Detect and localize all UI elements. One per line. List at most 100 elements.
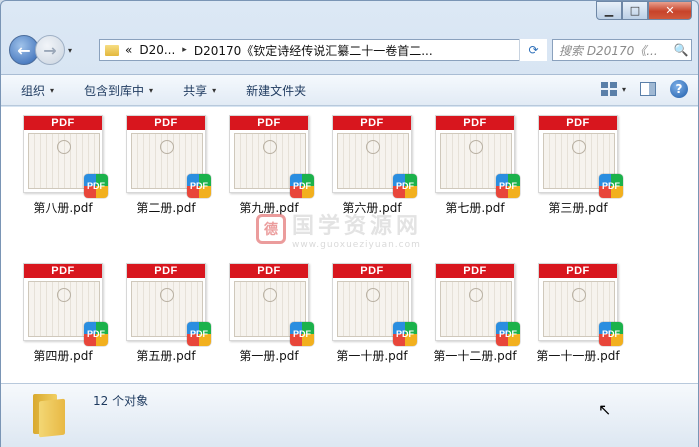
file-name: 第一十册.pdf [336,349,408,363]
pdf-band-label: PDF [333,116,411,130]
search-input[interactable]: 搜索 D20170《... 🔍 [552,39,692,61]
file-name: 第一册.pdf [239,349,299,363]
recent-pages-dropdown[interactable]: ▾ [68,46,72,55]
pdf-file-icon: PDF PDF [332,263,417,346]
search-placeholder: 搜索 D20170《... [559,43,658,58]
pdf-app-badge-icon: PDF [290,174,314,198]
file-name: 第五册.pdf [136,349,196,363]
organize-label: 组织 [21,83,46,98]
new-folder-button[interactable]: 新建文件夹 [246,82,306,99]
view-mode-icon[interactable] [600,82,617,96]
breadcrumb-segment-parent[interactable]: D20... [139,43,175,57]
file-item[interactable]: PDF PDF 第八册.pdf [13,115,113,216]
file-name: 第一十二册.pdf [433,349,517,363]
pdf-band-label: PDF [127,264,205,278]
pdf-app-badge-icon: PDF [496,322,520,346]
file-item[interactable]: PDF PDF 第六册.pdf [322,115,422,216]
pdf-band-label: PDF [127,116,205,130]
file-item[interactable]: PDF PDF 第九册.pdf [219,115,319,216]
forward-button[interactable]: → [35,35,65,65]
pdf-band-label: PDF [539,116,617,130]
organize-button[interactable]: 组织 ▾ [21,82,54,99]
pdf-file-icon: PDF PDF [229,115,314,198]
chevron-down-icon: ▾ [50,85,55,95]
search-icon[interactable]: 🔍 [671,43,691,57]
pdf-app-badge-icon: PDF [290,322,314,346]
pdf-app-badge-icon: PDF [393,174,417,198]
pdf-band-label: PDF [333,264,411,278]
pdf-app-badge-icon: PDF [84,322,108,346]
pdf-band-label: PDF [539,264,617,278]
pdf-app-badge-icon: PDF [393,322,417,346]
file-item[interactable]: PDF PDF 第四册.pdf [13,263,113,364]
pdf-file-icon: PDF PDF [435,263,520,346]
file-list: PDF PDF 第八册.pdf PDF PDF 第二册.pdf PDF PDF 第九册.pdf P… [1,107,698,383]
address-bar[interactable]: « D20... ▸ D20170《钦定诗经传说汇纂二十一卷首二... ▾ [99,39,547,61]
close-button[interactable]: ✕ [648,1,692,20]
pdf-file-icon: PDF PDF [538,263,623,346]
pdf-file-icon: PDF PDF [538,115,623,198]
file-name: 第三册.pdf [548,201,608,215]
breadcrumb-segment-current[interactable]: D20170《钦定诗经传说汇纂二十一卷首二... [194,42,532,59]
address-overflow-chevron[interactable]: « [125,43,132,57]
maximize-button[interactable]: □ [622,1,648,20]
pdf-file-icon: PDF PDF [23,115,108,198]
navigation-buttons: ← → ▾ [9,35,72,65]
pdf-app-badge-icon: PDF [599,174,623,198]
pdf-band-label: PDF [230,264,308,278]
file-name: 第一十一册.pdf [536,349,620,363]
new-folder-label: 新建文件夹 [246,83,307,98]
pdf-band-label: PDF [436,264,514,278]
minimize-button[interactable]: ▁ [596,1,622,20]
file-item[interactable]: PDF PDF 第五册.pdf [116,263,216,364]
pdf-band-label: PDF [24,116,102,130]
details-pane: 12 个对象 [1,383,698,447]
pdf-app-badge-icon: PDF [187,322,211,346]
chevron-down-icon: ▾ [149,85,154,95]
mouse-pointer-icon: ↖ [598,400,612,419]
pdf-app-badge-icon: PDF [599,322,623,346]
pdf-band-label: PDF [230,116,308,130]
pdf-app-badge-icon: PDF [187,174,211,198]
back-arrow-icon: ← [17,40,31,60]
item-count: 12 个对象 [93,394,149,408]
forward-arrow-icon: → [43,40,57,60]
command-bar: 组织 ▾ 包含到库中 ▾ 共享 ▾ 新建文件夹 ▾ ? [1,74,698,106]
preview-pane-icon[interactable] [640,82,656,96]
pdf-band-label: PDF [24,264,102,278]
file-item[interactable]: PDF PDF 第一十一册.pdf [528,263,628,364]
file-name: 第七册.pdf [445,201,505,215]
folder-icon [105,44,119,56]
share-button[interactable]: 共享 ▾ [183,82,216,99]
chevron-down-icon: ▾ [212,85,217,95]
help-icon[interactable]: ? [670,80,688,98]
pdf-app-badge-icon: PDF [496,174,520,198]
view-options-chevron-icon[interactable]: ▾ [622,85,626,94]
include-in-library-button[interactable]: 包含到库中 ▾ [84,82,153,99]
share-label: 共享 [183,83,208,98]
refresh-icon: ⟳ [528,43,539,57]
file-item[interactable]: PDF PDF 第一十二册.pdf [425,263,525,364]
file-name: 第二册.pdf [136,201,196,215]
pdf-file-icon: PDF PDF [126,115,211,198]
file-item[interactable]: PDF PDF 第一十册.pdf [322,263,422,364]
pdf-file-icon: PDF PDF [126,263,211,346]
include-in-library-label: 包含到库中 [84,83,145,98]
explorer-window: ▁ □ ✕ ← → ▾ « D20... ▸ D20170《钦定诗经传说汇纂二十… [0,0,699,447]
file-item[interactable]: PDF PDF 第一册.pdf [219,263,319,364]
view-controls: ▾ ? [600,80,688,98]
pdf-band-label: PDF [436,116,514,130]
file-name: 第九册.pdf [239,201,299,215]
pdf-file-icon: PDF PDF [23,263,108,346]
pdf-app-badge-icon: PDF [84,174,108,198]
breadcrumb-separator-icon[interactable]: ▸ [182,45,187,55]
caption-buttons: ▁ □ ✕ [596,1,692,20]
file-name: 第六册.pdf [342,201,402,215]
file-item[interactable]: PDF PDF 第七册.pdf [425,115,525,216]
file-name: 第四册.pdf [33,349,93,363]
refresh-button[interactable]: ⟳ [519,39,547,61]
pdf-file-icon: PDF PDF [435,115,520,198]
file-name: 第八册.pdf [33,201,93,215]
file-item[interactable]: PDF PDF 第三册.pdf [528,115,628,216]
file-item[interactable]: PDF PDF 第二册.pdf [116,115,216,216]
